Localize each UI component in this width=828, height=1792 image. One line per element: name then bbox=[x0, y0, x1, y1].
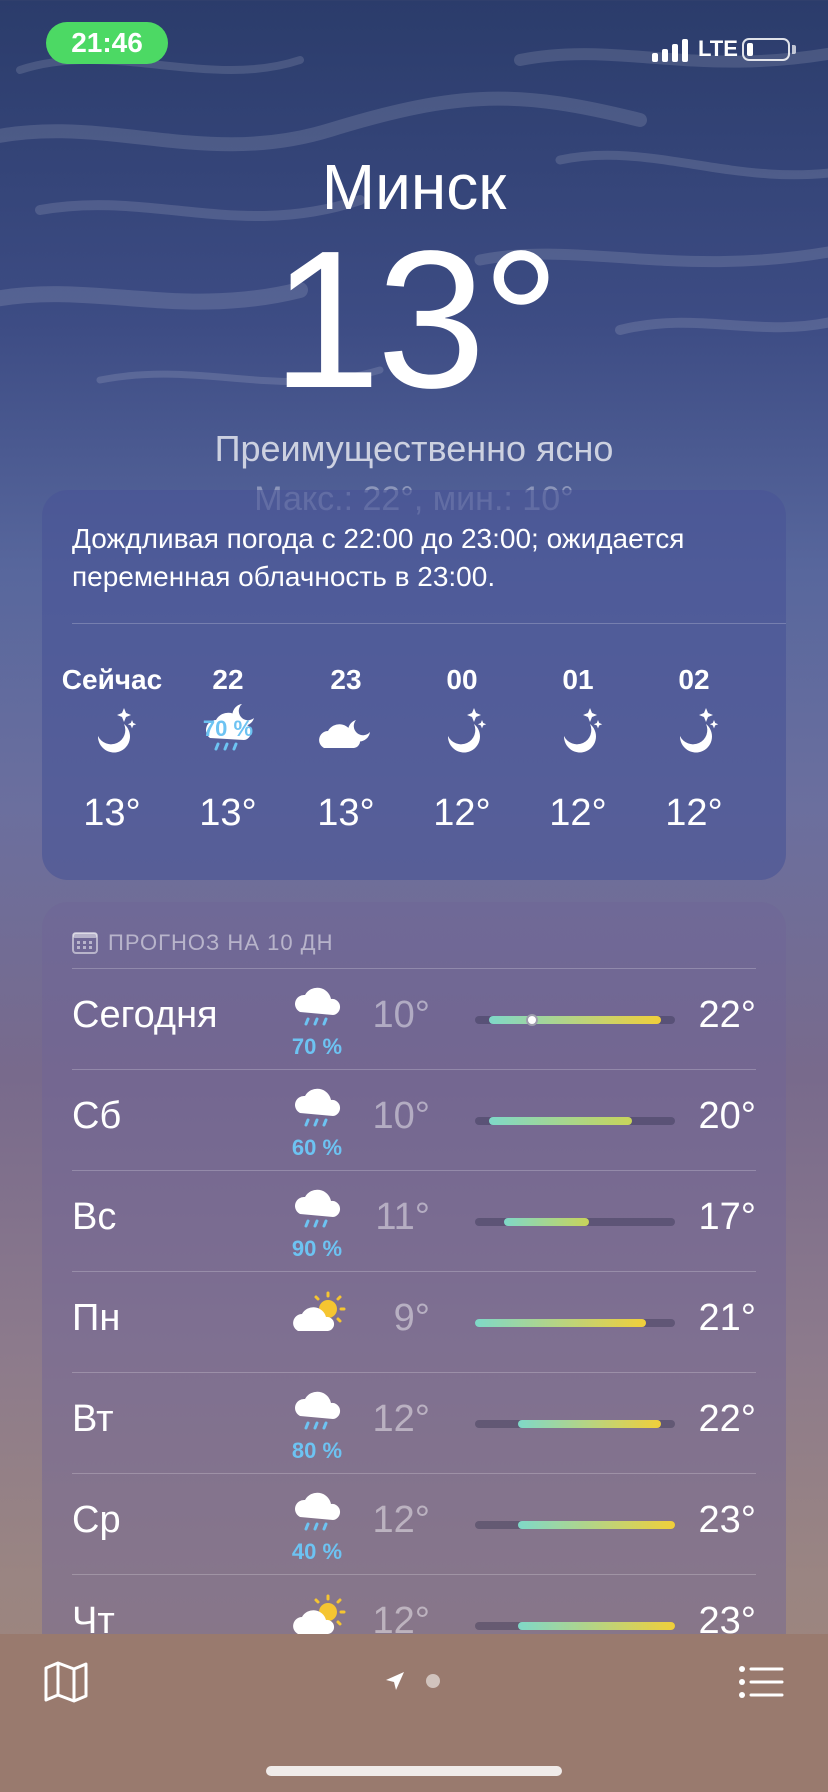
forecast-summary: Дождливая погода с 22:00 до 23:00; ожида… bbox=[72, 523, 685, 592]
day-low-temp: 12° bbox=[372, 1398, 430, 1440]
day-name: Ср bbox=[72, 1499, 121, 1541]
temperature-range-fill bbox=[517, 1521, 675, 1529]
map-icon[interactable] bbox=[42, 1658, 90, 1706]
daily-row: Вт 80 % 12° 22° bbox=[72, 1372, 756, 1473]
day-name: Пн bbox=[72, 1297, 121, 1339]
temperature-range-bar bbox=[475, 1420, 675, 1428]
location-arrow-icon[interactable] bbox=[384, 1670, 406, 1692]
day-low-temp: 10° bbox=[372, 994, 430, 1036]
day-high-temp: 22° bbox=[698, 994, 756, 1036]
temperature-range-bar bbox=[475, 1319, 675, 1327]
temperature-range-fill bbox=[489, 1016, 661, 1024]
weather-condition: Преимущественно ясно bbox=[214, 428, 614, 469]
daily-row: Пн 9° 21° bbox=[72, 1271, 756, 1372]
row-divider bbox=[72, 1170, 756, 1171]
current-temp-marker bbox=[526, 1014, 539, 1026]
hour-precipitation: 70 % bbox=[202, 716, 254, 741]
row-divider bbox=[72, 1574, 756, 1575]
status-time[interactable]: 21:46 bbox=[46, 22, 168, 64]
temperature-range-bar bbox=[475, 1014, 675, 1026]
hour-label: Сейчас bbox=[61, 664, 163, 695]
cloud-moon-icon bbox=[319, 720, 370, 748]
day-name: Сегодня bbox=[72, 994, 218, 1036]
day-high-temp: 23° bbox=[698, 1499, 756, 1541]
day-high-temp: 21° bbox=[698, 1297, 756, 1339]
temperature-range-fill bbox=[489, 1117, 633, 1125]
hour-label: 23 bbox=[330, 664, 362, 695]
page-indicator-dot[interactable] bbox=[426, 1674, 440, 1688]
day-low-temp: 12° bbox=[372, 1499, 430, 1541]
temperature-range-bar bbox=[475, 1218, 675, 1226]
row-divider bbox=[72, 1372, 756, 1373]
temperature-range-bar bbox=[475, 1521, 675, 1529]
daily-header-label: ПРОГНОЗ НА 10 ДН bbox=[108, 930, 334, 955]
moon-stars-icon bbox=[447, 708, 487, 753]
day-low-temp: 11° bbox=[375, 1196, 430, 1238]
hour-temperature: 12° bbox=[433, 792, 491, 834]
hourly-divider bbox=[72, 623, 786, 624]
hourly-item: 22 70 % 13° bbox=[170, 662, 286, 834]
day-high-temp: 20° bbox=[698, 1095, 756, 1137]
temperature-range-fill bbox=[517, 1622, 675, 1630]
moon-stars-icon bbox=[97, 708, 137, 753]
hour-label: 01 bbox=[562, 664, 594, 695]
row-divider bbox=[72, 968, 756, 969]
list-icon[interactable] bbox=[738, 1664, 784, 1700]
network-type-label: LTE bbox=[698, 36, 738, 61]
day-precipitation: 70 % bbox=[291, 1034, 343, 1059]
daily-row: Ср 40 % 12° 23° bbox=[72, 1473, 756, 1574]
hour-label: 22 bbox=[212, 664, 244, 695]
moon-stars-icon bbox=[563, 708, 603, 753]
hourly-forecast-card[interactable]: Дождливая погода с 22:00 до 23:00; ожида… bbox=[42, 490, 786, 880]
current-temperature: 13° bbox=[271, 210, 560, 429]
temperature-range-bar bbox=[475, 1117, 675, 1125]
hour-label: 00 bbox=[446, 664, 478, 695]
day-precipitation: 80 % bbox=[291, 1438, 343, 1463]
calendar-icon bbox=[72, 932, 98, 954]
row-divider bbox=[72, 1473, 756, 1474]
hourly-item: 01 12° bbox=[520, 662, 636, 834]
battery-tip bbox=[792, 45, 796, 54]
day-precipitation: 40 % bbox=[291, 1539, 343, 1564]
day-name: Вс bbox=[72, 1196, 117, 1238]
day-precipitation: 90 % bbox=[291, 1236, 343, 1261]
row-divider bbox=[72, 1069, 756, 1070]
day-high-temp: 22° bbox=[698, 1398, 756, 1440]
day-high-temp: 17° bbox=[698, 1196, 756, 1238]
battery-icon bbox=[742, 38, 790, 61]
status-bar: 21:46 LTE bbox=[0, 0, 828, 90]
temperature-range-bar bbox=[475, 1622, 675, 1630]
day-precipitation: 60 % bbox=[291, 1135, 343, 1160]
home-indicator bbox=[266, 1766, 562, 1776]
hour-temperature: 13° bbox=[199, 792, 257, 834]
day-name: Вт bbox=[72, 1398, 114, 1440]
day-name: Сб bbox=[72, 1095, 122, 1137]
cellular-signal-icon bbox=[652, 38, 688, 62]
temperature-range-fill bbox=[517, 1420, 661, 1428]
hourly-item: 23 13° bbox=[288, 662, 404, 834]
hour-label: 02 bbox=[678, 664, 710, 695]
hour-temperature: 13° bbox=[317, 792, 375, 834]
hour-temperature: 12° bbox=[549, 792, 607, 834]
hourly-item: Сейчас 13° bbox=[54, 662, 170, 834]
moon-stars-icon bbox=[679, 708, 719, 753]
row-divider bbox=[72, 1271, 756, 1272]
daily-row: Вс 90 % 11° 17° bbox=[72, 1170, 756, 1271]
hourly-list[interactable]: Сейчас 13° 22 70 % 13° 23 13° 00 12° 01 … bbox=[42, 662, 786, 862]
hourly-item: 00 12° bbox=[404, 662, 520, 834]
hour-temperature: 13° bbox=[83, 792, 141, 834]
bottom-toolbar bbox=[0, 1634, 828, 1792]
daily-row: Сегодня 70 % 10° 22° bbox=[72, 968, 756, 1069]
day-low-temp: 9° bbox=[393, 1297, 430, 1339]
temperature-range-fill bbox=[503, 1218, 590, 1226]
daily-row: Сб 60 % 10° 20° bbox=[72, 1069, 756, 1170]
hour-temperature: 12° bbox=[665, 792, 723, 834]
temperature-range-fill bbox=[475, 1319, 647, 1327]
hourly-item: 02 12° bbox=[636, 662, 752, 834]
daily-forecast-header: ПРОГНОЗ НА 10 ДН bbox=[72, 928, 333, 958]
day-low-temp: 10° bbox=[372, 1095, 430, 1137]
